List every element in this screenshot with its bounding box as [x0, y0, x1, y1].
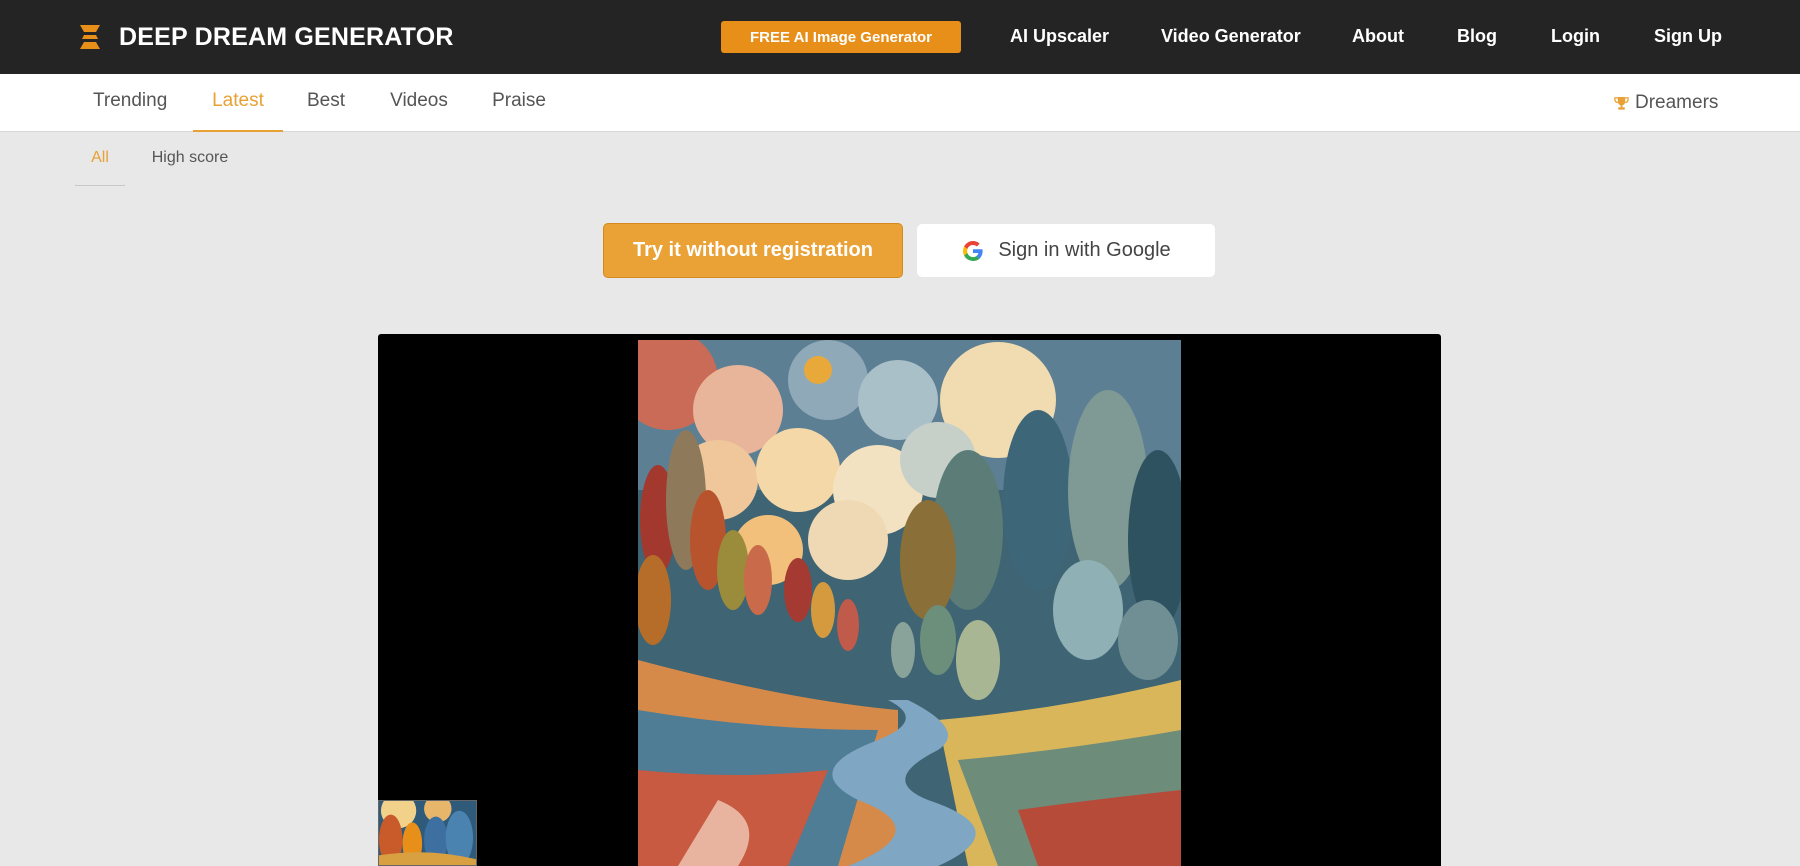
featured-artwork-image[interactable]: [638, 340, 1181, 866]
top-navigation-bar: DEEP DREAM GENERATOR FREE AI Image Gener…: [0, 0, 1800, 74]
image-viewer: [378, 334, 1441, 866]
nav-sign-up[interactable]: Sign Up: [1654, 24, 1722, 48]
google-button-label: Sign in with Google: [998, 239, 1171, 261]
sign-in-with-google-button[interactable]: Sign in with Google: [917, 224, 1215, 277]
site-logo[interactable]: DEEP DREAM GENERATOR: [78, 22, 454, 52]
nav-about[interactable]: About: [1352, 24, 1404, 48]
hourglass-logo-icon: [80, 25, 100, 49]
filter-high-score[interactable]: High score: [150, 144, 230, 186]
tab-videos[interactable]: Videos: [390, 74, 448, 132]
tab-latest[interactable]: Latest: [193, 74, 283, 132]
try-without-registration-button[interactable]: Try it without registration: [603, 223, 903, 278]
thumbnail-image[interactable]: [378, 800, 477, 866]
trophy-icon: [1614, 96, 1629, 110]
google-g-icon: [963, 240, 983, 261]
dreamers-label: Dreamers: [1635, 92, 1719, 113]
tab-trending[interactable]: Trending: [93, 74, 167, 132]
tab-praise[interactable]: Praise: [492, 74, 546, 132]
category-tab-bar: Trending Latest Best Videos Praise Dream…: [0, 74, 1800, 132]
nav-login[interactable]: Login: [1551, 24, 1600, 48]
tab-best[interactable]: Best: [306, 74, 346, 132]
free-ai-image-generator-button[interactable]: FREE AI Image Generator: [721, 21, 961, 53]
logo-text: DEEP DREAM GENERATOR: [119, 22, 454, 51]
dreamers-link[interactable]: Dreamers: [1614, 74, 1718, 132]
nav-video-generator[interactable]: Video Generator: [1161, 24, 1301, 48]
nav-ai-upscaler[interactable]: AI Upscaler: [1010, 24, 1109, 48]
filter-all[interactable]: All: [75, 144, 125, 186]
nav-blog[interactable]: Blog: [1457, 24, 1497, 48]
